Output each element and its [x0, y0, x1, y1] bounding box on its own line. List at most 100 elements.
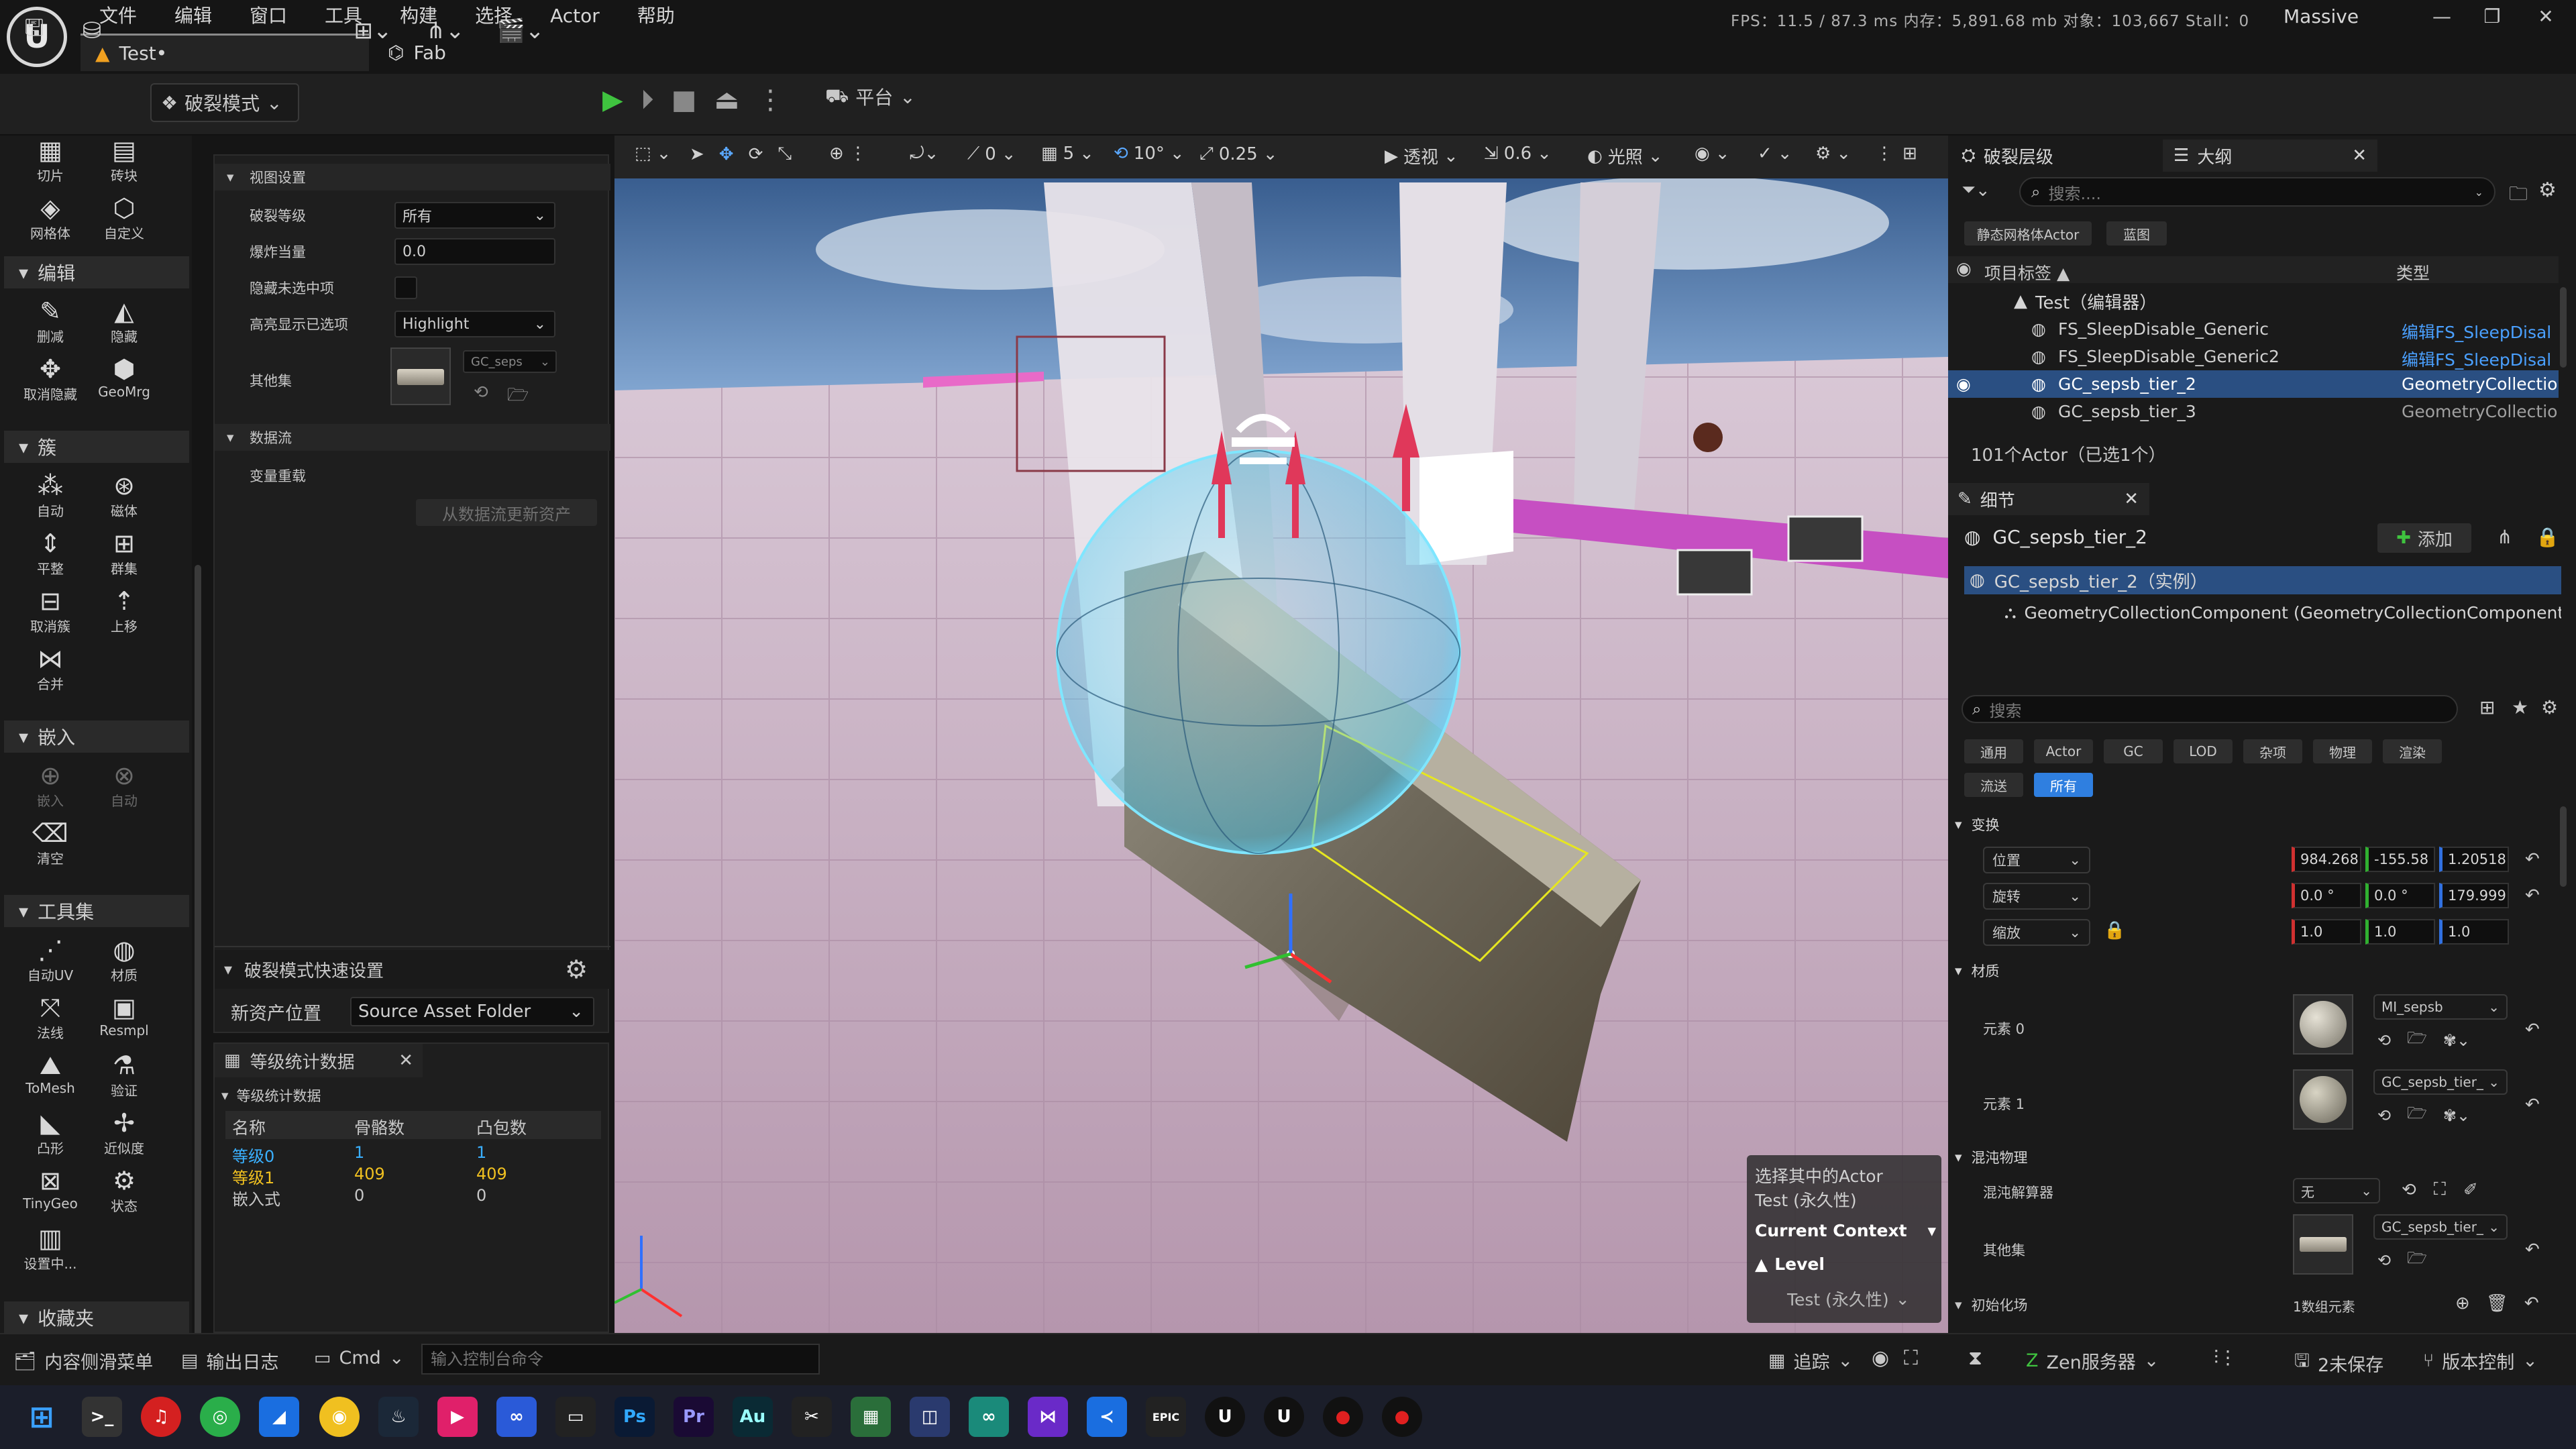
- tool-button[interactable]: ◭ 隐藏: [87, 297, 161, 354]
- calculator-icon[interactable]: ▦: [851, 1397, 891, 1437]
- quick-settings-header[interactable]: ▾ 破裂模式快速设置 ⚙: [215, 950, 610, 989]
- tool-button[interactable]: ⌫ 清空: [13, 818, 87, 876]
- transform-header[interactable]: ▾ 变换: [1955, 810, 2000, 839]
- eye-icon[interactable]: ◉: [1956, 259, 1972, 279]
- reset-icon[interactable]: ⟲: [474, 382, 488, 402]
- tool-button[interactable]: ⊗ 自动: [87, 761, 161, 818]
- output-log-button[interactable]: ▤ 输出日志: [181, 1348, 279, 1374]
- reset-icon[interactable]: ⟲: [2377, 1251, 2391, 1270]
- tab-level-stats[interactable]: ▦ 等级统计数据 ✕: [215, 1044, 423, 1077]
- tool-button[interactable]: ⇡ 上移: [87, 586, 161, 644]
- menu-window[interactable]: 窗口: [231, 0, 306, 32]
- reset-icon[interactable]: ↶: [2525, 1095, 2540, 1115]
- category-filter[interactable]: Actor: [2034, 739, 2093, 763]
- persistent-level-dropdown[interactable]: Test (永久性) ⌄: [1787, 1287, 1910, 1311]
- gear-icon[interactable]: ⚙: [2538, 178, 2557, 202]
- level-viewport[interactable]: 选择其中的Actor Test (永久性) Current Context ▾ ▲…: [614, 136, 1948, 1333]
- lighting-dropdown[interactable]: ◐ 光照 ⌄: [1587, 144, 1663, 168]
- save-icon[interactable]: 🖫: [17, 11, 51, 51]
- reset-icon[interactable]: ↶: [2525, 1240, 2540, 1260]
- column-label[interactable]: 项目标签 ▲: [1984, 260, 2070, 284]
- details-scrollbar[interactable]: [2560, 806, 2567, 887]
- reset-icon[interactable]: ⟲: [2377, 1106, 2391, 1125]
- palette-scrollbar[interactable]: [195, 565, 201, 1449]
- rotation-z[interactable]: 179.999: [2439, 883, 2509, 908]
- scale-dropdown[interactable]: 缩放 ⌄: [1983, 919, 2090, 946]
- component-instance-row[interactable]: ◍ GC_sepsb_tier_2（实例）: [1964, 566, 2561, 594]
- lock-icon[interactable]: 🔒: [2536, 526, 2559, 548]
- view-mode-dropdown[interactable]: ▶ 透视 ⌄: [1385, 144, 1458, 168]
- category-filter[interactable]: 物理: [2313, 739, 2372, 763]
- wechat-icon[interactable]: ◎: [200, 1397, 240, 1437]
- surface-snap-dropdown[interactable]: ⤾⌄: [910, 144, 938, 164]
- add-actor-icon[interactable]: ⊞⌄: [346, 11, 400, 51]
- stats-section-header[interactable]: ▾ 等级统计数据: [221, 1085, 321, 1106]
- more-icon[interactable]: ⋮: [1876, 144, 1893, 164]
- unreal-icon[interactable]: U: [1264, 1397, 1304, 1437]
- outliner-item[interactable]: ◍ FS_SleepDisable_Generic 编辑FS_SleepDisal: [1948, 315, 2559, 343]
- tool-button[interactable]: ⊞ 群集: [87, 529, 161, 586]
- other-collection-dropdown[interactable]: GC_sepsb_tier_ ⌄: [2373, 1214, 2508, 1240]
- lark-icon[interactable]: ◢: [259, 1397, 299, 1437]
- minimize-icon[interactable]: —: [2428, 3, 2455, 30]
- trace-dropdown[interactable]: ▦ 追踪 ⌄: [1768, 1348, 1853, 1374]
- gear-icon[interactable]: ⚙: [2541, 696, 2558, 718]
- level-row[interactable]: ▲ Level: [1755, 1254, 1825, 1274]
- close-icon[interactable]: ✕: [2532, 3, 2559, 30]
- filter-static-mesh[interactable]: 静态网格体Actor: [1964, 221, 2092, 246]
- tab-details[interactable]: ✎ 细节 ✕: [1948, 483, 2149, 515]
- current-context-dropdown[interactable]: Current Context ▾: [1755, 1221, 1936, 1240]
- reset-icon[interactable]: ↶: [2524, 1293, 2539, 1313]
- arduino-icon[interactable]: ∞: [969, 1397, 1009, 1437]
- remote-app-icon[interactable]: ◫: [910, 1397, 950, 1437]
- section-favorites[interactable]: ▾ 收藏夹: [4, 1301, 189, 1334]
- mode-dropdown[interactable]: ❖ 破裂模式 ⌄: [150, 83, 299, 122]
- category-filter[interactable]: 杂项: [2243, 739, 2302, 763]
- photoshop-icon[interactable]: Ps: [614, 1397, 655, 1437]
- tab-outliner[interactable]: ☰ 大纲 ✕: [2163, 140, 2377, 172]
- eject-icon[interactable]: ⏏: [714, 85, 740, 115]
- close-icon[interactable]: ✕: [398, 1051, 413, 1071]
- world-space-icon[interactable]: ⊕ ⋮: [829, 144, 867, 164]
- item-type[interactable]: 编辑FS_SleepDisal: [2402, 319, 2557, 343]
- material-thumbnail[interactable]: [2293, 1069, 2353, 1130]
- settings-dropdown[interactable]: ⚙ ⌄: [1815, 144, 1851, 164]
- scale-icon[interactable]: ⤡: [777, 144, 792, 164]
- browse-folder-icon[interactable]: 🗁: [507, 382, 529, 412]
- tool-button[interactable]: ⊕ 嵌入: [13, 761, 87, 818]
- rotation-y[interactable]: 0.0 °: [2365, 883, 2435, 908]
- delete-icon[interactable]: 🗑: [2486, 1293, 2508, 1313]
- tool-button[interactable]: ⇕ 平整: [13, 529, 87, 586]
- table-row[interactable]: 等级0 1 1: [225, 1143, 601, 1166]
- tool-button[interactable]: ⚙ 状态: [87, 1166, 161, 1224]
- browse-folder-icon[interactable]: 🗁: [2407, 1246, 2427, 1274]
- tab-fracture-hierarchy[interactable]: ⛭ 破裂层级: [1955, 140, 2156, 172]
- explode-amount-input[interactable]: 0.0: [394, 238, 555, 265]
- tool-button[interactable]: ▦ 切片: [13, 136, 87, 193]
- outliner-root[interactable]: ▲ Test（编辑器）: [1948, 287, 2559, 315]
- star-icon[interactable]: ★: [2512, 696, 2528, 718]
- init-fields-row[interactable]: ▾ 初始化场: [1955, 1295, 2028, 1315]
- tool-button[interactable]: ⬡ 自定义: [87, 193, 161, 251]
- tool-button[interactable]: ▤ 砖块: [87, 136, 161, 193]
- lock-icon[interactable]: 🔒: [2104, 920, 2125, 941]
- section-cluster[interactable]: ▾ 簇: [4, 431, 189, 463]
- section-edit[interactable]: ▾ 编辑: [4, 256, 189, 288]
- category-filter[interactable]: 通用: [1964, 739, 2023, 763]
- section-embed[interactable]: ▾ 嵌入: [4, 720, 189, 753]
- outliner-search-input[interactable]: ⌕ 搜索.... ⌄: [2019, 177, 2496, 207]
- location-x[interactable]: 984.268: [2292, 847, 2361, 872]
- material-thumbnail[interactable]: [2293, 994, 2353, 1055]
- capcut-icon[interactable]: ✂: [792, 1397, 832, 1437]
- chaos-solver-dropdown[interactable]: 无 ⌄: [2293, 1178, 2380, 1203]
- reset-icon[interactable]: ⟲: [2377, 1031, 2391, 1050]
- scale-snap[interactable]: ⤢ 0.25 ⌄: [1199, 144, 1278, 164]
- rotation-x[interactable]: 0.0 °: [2292, 883, 2361, 908]
- play-icon[interactable]: ▶: [602, 85, 623, 115]
- menu-edit[interactable]: 编辑: [156, 0, 231, 32]
- reset-icon[interactable]: ↶: [2525, 849, 2540, 869]
- tool-button[interactable]: ⋈ 合并: [13, 644, 87, 702]
- record-app-icon[interactable]: ●: [1323, 1397, 1363, 1437]
- grid-snap[interactable]: ▦ 5 ⌄: [1041, 144, 1094, 164]
- rotation-dropdown[interactable]: 旋转 ⌄: [1983, 883, 2090, 910]
